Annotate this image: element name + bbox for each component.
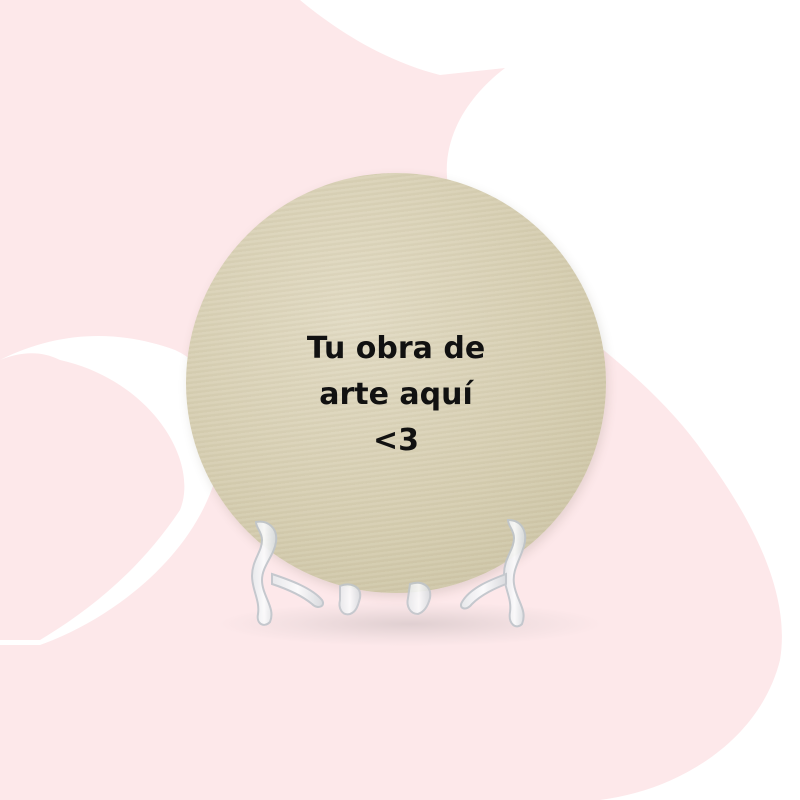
stand-right-arm [460,518,527,628]
caption-line-1: Tu obra de [306,331,486,366]
product-image: Tu obra de arte aquí <3 [0,0,800,800]
caption-line-2: arte aquí [319,377,473,412]
disc-caption: Tu obra de arte aquí <3 [186,326,606,464]
stand-center-feet [338,581,432,616]
stand-left-arm [250,520,324,626]
caption-line-3: <3 [372,423,419,458]
